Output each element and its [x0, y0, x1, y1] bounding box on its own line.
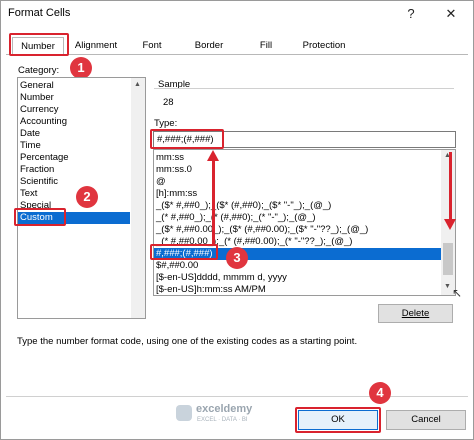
delete-button[interactable]: Delete: [378, 304, 453, 323]
type-item[interactable]: _($* #,##0_);_($* (#,##0);_($* "-"_);_(@…: [156, 200, 331, 212]
type-list: mm:ss mm:ss.0 @ [h]:mm:ss _($* #,##0_);_…: [153, 149, 456, 296]
delete-button-label: Delete: [401, 308, 430, 319]
category-item-date[interactable]: Date: [20, 128, 40, 140]
type-item[interactable]: _(* #,##0_);_(* (#,##0);_(* "-"_);_(@_): [156, 212, 315, 224]
category-item-currency[interactable]: Currency: [20, 104, 59, 116]
scroll-down-icon[interactable]: ▼: [444, 283, 451, 290]
category-item-percentage[interactable]: Percentage: [20, 152, 69, 164]
tab-font[interactable]: Font: [130, 37, 174, 55]
selected-format-highlight: [150, 244, 218, 260]
category-item-number[interactable]: Number: [20, 92, 54, 104]
step-4-badge: 4: [369, 382, 391, 404]
exceldemy-logo-icon: [176, 405, 192, 421]
category-item-time[interactable]: Time: [20, 140, 41, 152]
type-label: Type:: [154, 118, 178, 129]
tab-number-highlight: [9, 33, 69, 56]
cancel-button[interactable]: Cancel: [386, 410, 466, 430]
tab-divider: [6, 54, 468, 55]
type-item[interactable]: [$-en-US]dddd, mmmm d, yyyy: [156, 272, 287, 284]
step-1-badge: 1: [70, 57, 92, 79]
ok-button[interactable]: OK: [298, 410, 378, 430]
down-arrowhead-icon: [444, 219, 456, 230]
sample-value: 28: [163, 97, 174, 108]
category-item-scientific[interactable]: Scientific: [20, 176, 58, 188]
custom-highlight: [14, 208, 66, 226]
watermark-name: exceldemy: [196, 403, 253, 415]
category-item-text[interactable]: Text: [20, 188, 37, 200]
step-3-badge: 3: [226, 247, 248, 269]
type-item[interactable]: @: [156, 176, 166, 188]
tab-protection[interactable]: Protection: [296, 37, 352, 55]
category-item-fraction[interactable]: Fraction: [20, 164, 54, 176]
type-input-highlight: [150, 129, 224, 149]
step-2-badge: 2: [76, 186, 98, 208]
type-item[interactable]: mm:ss.0: [156, 164, 192, 176]
watermark-tagline: EXCEL · DATA · BI: [197, 417, 248, 423]
category-item-accounting[interactable]: Accounting: [20, 116, 67, 128]
scroll-up-icon[interactable]: ▲: [134, 81, 142, 89]
category-label: Category:: [18, 65, 60, 76]
type-item[interactable]: $#,##0.00: [156, 260, 198, 272]
close-button[interactable]: ✕: [436, 2, 466, 26]
category-item-general[interactable]: General: [20, 80, 54, 92]
type-item[interactable]: mm:ss: [156, 152, 184, 164]
tab-border[interactable]: Border: [184, 37, 234, 55]
tab-alignment[interactable]: Alignment: [70, 37, 122, 55]
dialog-title: Format Cells: [8, 7, 71, 19]
type-item[interactable]: _($* #,##0.00_);_($* (#,##0.00);_($* "-"…: [156, 224, 368, 236]
scroll-thumb[interactable]: [443, 243, 453, 275]
up-arrow-line: [212, 160, 215, 244]
type-item[interactable]: [h]:mm:ss: [156, 188, 197, 200]
sample-separator: [154, 88, 454, 89]
up-arrowhead-icon: [207, 150, 219, 161]
mouse-cursor-icon: ↖: [452, 286, 463, 300]
format-description: Type the number format code, using one o…: [17, 336, 358, 347]
tab-fill[interactable]: Fill: [246, 37, 286, 55]
type-item[interactable]: [$-en-US]h:mm:ss AM/PM: [156, 284, 266, 295]
footer-divider: [6, 396, 468, 397]
help-button[interactable]: ?: [396, 2, 426, 26]
category-scrollbar[interactable]: ▲: [131, 78, 145, 318]
down-arrow-line: [449, 152, 452, 220]
